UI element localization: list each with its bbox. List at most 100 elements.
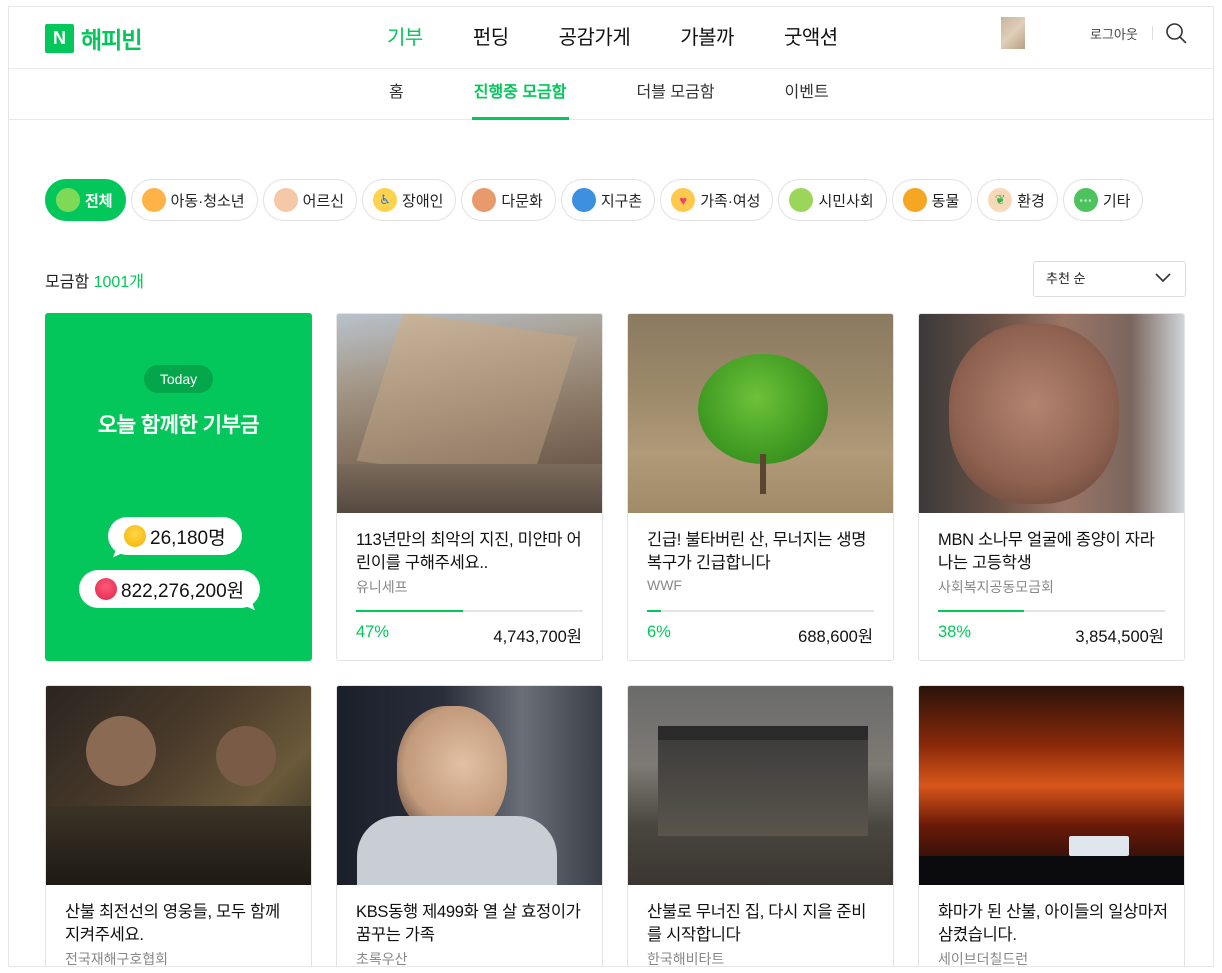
animal-icon (902, 188, 927, 212)
campaign-count: 모금함 1001개 (45, 268, 144, 292)
progress-bar (938, 610, 1165, 612)
campaign-card[interactable]: 긴급! 불타버린 산, 무너지는 생명 복구가 긴급합니다 WWF 6% 688… (627, 313, 894, 661)
main-nav: 기부 펀딩 공감가게 가볼까 굿액션 (387, 21, 888, 50)
campaign-org: 사회복지공동모금회 (938, 579, 1054, 595)
chip-label: 기타 (1102, 192, 1131, 210)
donation-amount: 822,276,200원 (121, 580, 245, 602)
campaign-title: 113년만의 최악의 지진, 미얀마 어린이를 구해주세요.. (356, 531, 582, 572)
chip-label: 어르신 (302, 192, 345, 210)
count-value: 1001개 (93, 274, 144, 291)
campaign-title: MBN 소나무 얼굴에 종양이 자라나는 고등학생 (938, 531, 1155, 572)
progress-percent: 6% (647, 623, 671, 641)
naver-logo-icon: N (45, 23, 74, 53)
page-frame: N 해피빈 기부 펀딩 공감가게 가볼까 굿액션 로그아웃 홈 진행중 모금함 … (8, 6, 1214, 967)
divider (1152, 26, 1153, 40)
sort-select[interactable]: 추천 순 (1033, 261, 1186, 297)
tab-event[interactable]: 이벤트 (785, 69, 829, 120)
chip-label: 가족·여성 (700, 192, 761, 210)
chip-label: 동물 (931, 192, 960, 210)
top-bar: N 해피빈 기부 펀딩 공감가게 가볼까 굿액션 로그아웃 (9, 7, 1213, 69)
sort-label: 추천 순 (1046, 271, 1086, 286)
sub-nav: 홈 진행중 모금함 더블 모금함 이벤트 (9, 69, 1213, 120)
campaign-card[interactable]: MBN 소나무 얼굴에 종양이 자라나는 고등학생 사회복지공동모금회 38% … (918, 313, 1185, 661)
progress-bar (356, 610, 583, 612)
campaign-title: 화마가 된 산불, 아이들의 일상마저 삼켰습니다. (938, 903, 1168, 944)
campaign-title: 산불 최전선의 영웅들, 모두 함께 지켜주세요. (65, 903, 280, 944)
campaign-image (919, 314, 1184, 513)
campaign-title: 산불로 무너진 집, 다시 지을 준비를 시작합니다 (647, 903, 867, 944)
chip-disabled[interactable]: ♿ 장애인 (362, 179, 457, 221)
campaign-title: KBS동행 제499화 열 살 효정이가 꿈꾸는 가족 (356, 903, 581, 944)
campaign-card[interactable]: 화마가 된 산불, 아이들의 일상마저 삼켰습니다. 세이브더칠드런 (918, 685, 1185, 966)
logo-text: 해피빈 (81, 27, 142, 53)
campaign-card[interactable]: KBS동행 제499화 열 살 효정이가 꿈꾸는 가족 초록우산 (336, 685, 603, 967)
chip-label: 아동·청소년 (170, 192, 245, 210)
count-label: 모금함 (45, 274, 90, 291)
wheelchair-icon: ♿ (373, 188, 398, 212)
chip-label: 시민사회 (818, 192, 874, 210)
campaign-card[interactable]: 산불로 무너진 집, 다시 지을 준비를 시작합니다 한국해비타트 (627, 685, 894, 967)
sprout-icon: ❦ (988, 188, 1013, 212)
tab-double[interactable]: 더블 모금함 (637, 69, 715, 120)
campaign-org: 초록우산 (356, 951, 408, 967)
chip-multicultural[interactable]: 다문화 (461, 179, 556, 221)
today-donation-panel: Today 오늘 함께한 기부금 26,180명 822,276,200원 (45, 313, 312, 661)
chip-environment[interactable]: ❦ 환경 (977, 179, 1058, 221)
donation-amount-bubble: 822,276,200원 (79, 570, 261, 608)
chip-label: 다문화 (501, 192, 543, 210)
progress-bar (647, 610, 874, 612)
today-title: 오늘 함께한 기부금 (97, 414, 260, 437)
leaf-icon (56, 188, 80, 212)
logout-link[interactable]: 로그아웃 (1090, 24, 1138, 43)
avatar[interactable] (1001, 17, 1025, 49)
raised-amount: 4,743,700원 (493, 628, 582, 646)
nav-visit[interactable]: 가볼까 (680, 21, 734, 50)
tab-home[interactable]: 홈 (389, 69, 404, 120)
campaign-title: 긴급! 불타버린 산, 무너지는 생명 복구가 긴급합니다 (647, 531, 867, 572)
nav-funding[interactable]: 펀딩 (473, 21, 509, 50)
chip-global[interactable]: 지구촌 (560, 179, 656, 221)
people-icon (789, 188, 814, 212)
progress-percent: 38% (938, 623, 972, 641)
nav-store[interactable]: 공감가게 (559, 21, 631, 50)
campaign-image (337, 314, 602, 513)
campaign-card[interactable]: 산불 최전선의 영웅들, 모두 함께 지켜주세요. 전국재해구호협회 (45, 685, 312, 966)
elder-icon (273, 188, 298, 212)
progress-fill (938, 610, 1025, 612)
today-badge: Today (144, 365, 213, 393)
globe-icon (571, 188, 596, 212)
chip-label: 환경 (1017, 192, 1045, 210)
search-icon[interactable] (1165, 22, 1187, 44)
donor-count: 26,180명 (150, 527, 226, 549)
campaign-image (337, 686, 602, 885)
nav-good-action[interactable]: 굿액션 (784, 21, 838, 50)
progress-percent: 47% (356, 623, 390, 641)
campaign-image (919, 686, 1184, 885)
raised-amount: 3,854,500원 (1075, 628, 1164, 646)
chevron-down-icon (1155, 273, 1171, 283)
progress-fill (356, 610, 463, 612)
handshake-icon (472, 188, 497, 212)
campaign-card[interactable]: 113년만의 최악의 지진, 미얀마 어린이를 구해주세요.. 유니세프 47%… (336, 313, 603, 661)
donor-count-bubble: 26,180명 (108, 517, 242, 555)
nav-donate[interactable]: 기부 (387, 21, 423, 50)
campaign-image (628, 314, 893, 513)
chip-etc[interactable]: ··· 기타 (1062, 179, 1144, 221)
chip-family[interactable]: ♥ 가족·여성 (660, 179, 774, 221)
more-icon: ··· (1073, 188, 1098, 212)
heart-icon (95, 578, 117, 600)
tab-ongoing[interactable]: 진행중 모금함 (471, 69, 569, 120)
chip-civil[interactable]: 시민사회 (778, 179, 887, 221)
chip-animal[interactable]: 동물 (891, 179, 973, 221)
campaign-image (628, 686, 893, 885)
progress-fill (647, 610, 661, 612)
chip-children[interactable]: 아동·청소년 (130, 179, 258, 221)
campaign-org: 한국해비타트 (647, 951, 725, 967)
logo[interactable]: N 해피빈 (45, 21, 142, 55)
campaign-image (46, 686, 311, 885)
chip-elderly[interactable]: 어르신 (262, 179, 358, 221)
chip-all[interactable]: 전체 (45, 179, 126, 221)
child-icon (141, 188, 166, 212)
chip-label: 지구촌 (600, 192, 643, 210)
chip-label: 전체 (85, 192, 113, 210)
